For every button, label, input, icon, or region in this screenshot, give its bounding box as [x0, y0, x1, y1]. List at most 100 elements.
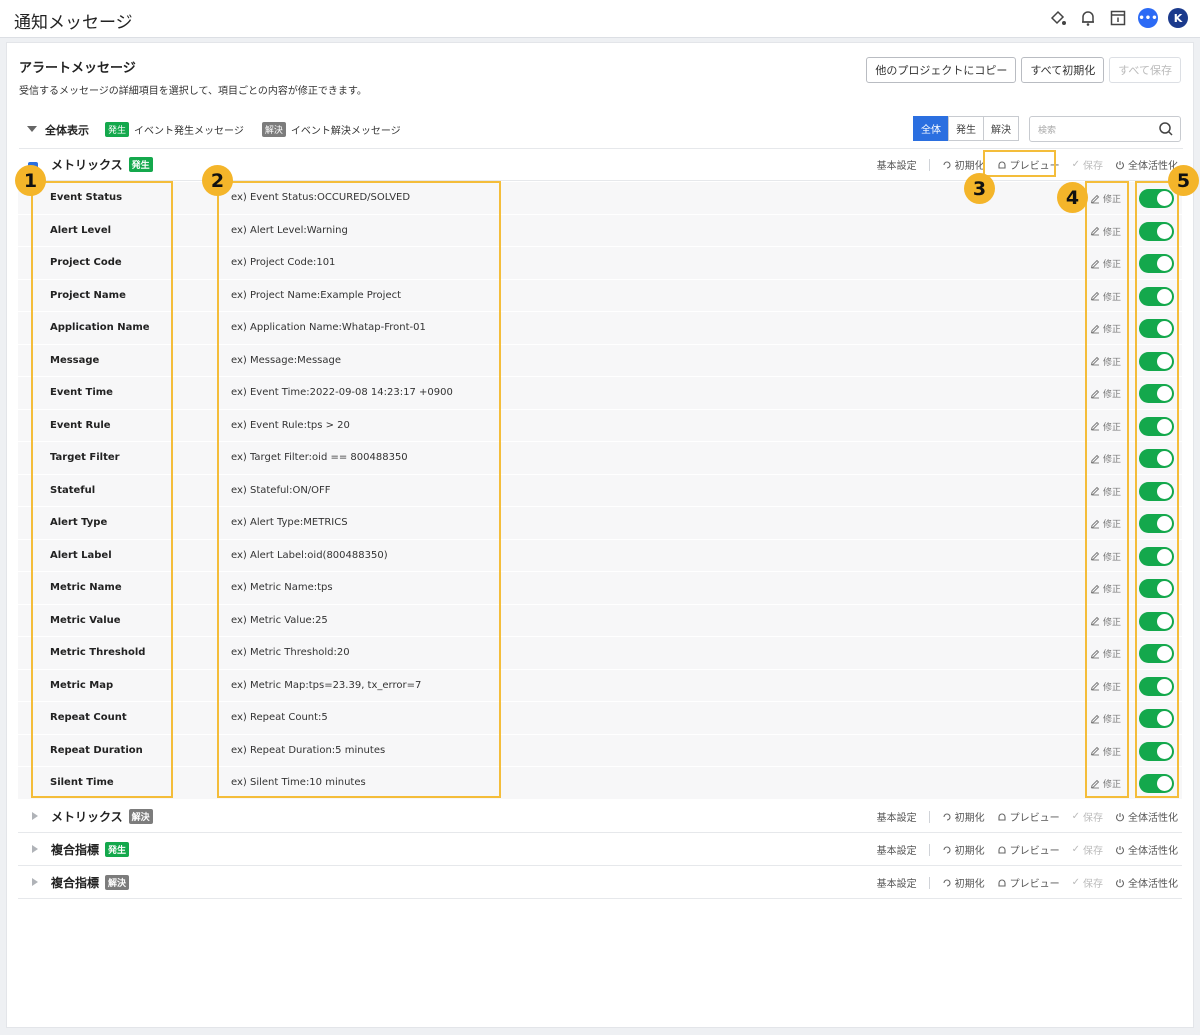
table-row: Metric Threshold ex) Metric Threshold:20 修…	[18, 637, 1182, 670]
section-name: 複合指標 発生	[51, 841, 130, 858]
section-subtitle: 受信するメッセージの詳細項目を選択して、項目ごとの内容が修正できます。	[19, 86, 367, 97]
basic-settings-button[interactable]: 基本設定	[877, 842, 917, 857]
callout-box-field-examples	[217, 181, 501, 798]
segment-all[interactable]: 全体	[913, 116, 949, 141]
callout-number-4: 4	[1057, 182, 1088, 213]
table-row: Metric Map ex) Metric Map:tps=23.39, tx_e…	[18, 669, 1182, 702]
section-header-composite-solve[interactable]: 複合指標 解決 基本設定 初期化 プレビュー ✓ 保存 全体活性化	[18, 866, 1182, 899]
save-button[interactable]: ✓ 保存	[1072, 875, 1103, 890]
top-icons: ••• K	[1048, 8, 1188, 28]
section-title: アラートメッセージ	[19, 61, 136, 76]
preview-button[interactable]: プレビュー	[997, 875, 1060, 890]
table-row: Metric Name ex) Metric Name:tps 修正	[18, 572, 1182, 605]
divider	[928, 843, 930, 856]
save-button[interactable]: ✓ 保存	[1072, 842, 1103, 857]
table-row: Silent Time ex) Silent Time:10 minutes 修正	[18, 767, 1182, 800]
save-all-button[interactable]: すべて保存	[1109, 57, 1181, 83]
solve-badge: 解決	[128, 809, 153, 824]
expand-arrow-icon[interactable]	[32, 878, 38, 886]
section-header-metrics-solve[interactable]: メトリックス 解決 基本設定 初期化 プレビュー ✓ 保存 全体活性化	[18, 800, 1182, 833]
search-placeholder: 検索	[1038, 126, 1057, 136]
basic-settings-button[interactable]: 基本設定	[877, 875, 917, 890]
table-row: Metric Value ex) Metric Value:25 修正	[18, 604, 1182, 637]
section-name: メトリックス 解決	[51, 808, 153, 825]
divider	[928, 876, 930, 889]
occur-badge: 発生	[105, 122, 130, 137]
section-tools: 基本設定 初期化 プレビュー ✓ 保存 全体活性化	[865, 809, 1178, 824]
reset-icon	[943, 845, 951, 854]
reset-button[interactable]: 初期化	[942, 157, 985, 172]
section-name: メトリックス 発生	[51, 156, 153, 173]
table-row: Repeat Count ex) Repeat Count:5 修正	[18, 702, 1182, 735]
divider	[928, 810, 930, 823]
callout-box-edit	[1085, 181, 1129, 798]
callout-number-1: 1	[15, 165, 46, 196]
show-all-label[interactable]: 全体表示	[45, 122, 89, 138]
bell-icon[interactable]	[1078, 8, 1098, 28]
occur-legend-text: イベント発生メッセージ	[134, 126, 244, 137]
check-icon: ✓	[1071, 811, 1080, 822]
activate-all-button[interactable]: 全体活性化	[1115, 875, 1178, 890]
expand-arrow-icon[interactable]	[32, 812, 38, 820]
table-row: Event Rule ex) Event Rule:tps > 20 修正	[18, 409, 1182, 442]
power-icon	[1115, 845, 1125, 854]
reset-all-button[interactable]: すべて初期化	[1021, 57, 1105, 83]
preview-button[interactable]: プレビュー	[997, 842, 1060, 857]
collapse-all-icon[interactable]	[27, 126, 37, 132]
callout-number-3: 3	[964, 173, 995, 204]
preview-button[interactable]: プレビュー	[997, 809, 1060, 824]
section-header-composite-occur[interactable]: 複合指標 発生 基本設定 初期化 プレビュー ✓ 保存 全体活性化	[18, 833, 1182, 866]
save-button[interactable]: ✓ 保存	[1072, 157, 1103, 172]
callout-number-5: 5	[1168, 165, 1199, 196]
activate-all-button[interactable]: 全体活性化	[1115, 157, 1178, 172]
filter-segment: 全体 発生 解決	[913, 116, 1019, 141]
info-panel-icon[interactable]	[1108, 8, 1128, 28]
filter-row: 全体表示 発生 イベント発生メッセージ 解決 イベント解決メッセージ 全体 発生…	[19, 115, 1183, 149]
table-row: Project Name ex) Project Name:Example Pro…	[18, 279, 1182, 312]
copy-to-project-button[interactable]: 他のプロジェクトにコピー	[866, 57, 1017, 83]
reset-button[interactable]: 初期化	[942, 809, 985, 824]
reset-icon	[943, 812, 951, 821]
message-rows: Event Status ex) Event Status:OCCURED/SOL…	[18, 182, 1182, 800]
paint-bucket-icon[interactable]	[1048, 8, 1068, 28]
solve-badge: 解決	[261, 122, 286, 137]
legend: 発生 イベント発生メッセージ 解決 イベント解決メッセージ	[105, 122, 401, 137]
table-row: Alert Level ex) Alert Level:Warning 修正	[18, 214, 1182, 247]
search-icon[interactable]	[1158, 121, 1174, 141]
top-bar: 通知メッセージ ••• K	[0, 0, 1200, 38]
avatar[interactable]: K	[1168, 8, 1188, 28]
check-icon: ✓	[1071, 159, 1080, 170]
solve-legend-text: イベント解決メッセージ	[290, 126, 401, 137]
callout-box-preview	[983, 150, 1056, 177]
table-row: Repeat Duration ex) Repeat Duration:5 min…	[18, 734, 1182, 767]
header-buttons: 他のプロジェクトにコピー すべて初期化 すべて保存	[866, 57, 1181, 83]
section-tools: 基本設定 初期化 プレビュー ✓ 保存 全体活性化	[865, 875, 1178, 890]
search-input[interactable]: 検索	[1029, 116, 1181, 142]
table-row: Message ex) Message:Message 修正	[18, 344, 1182, 377]
reset-icon	[943, 160, 951, 169]
activate-all-button[interactable]: 全体活性化	[1115, 842, 1178, 857]
save-button[interactable]: ✓ 保存	[1072, 809, 1103, 824]
segment-occur[interactable]: 発生	[948, 116, 984, 141]
power-icon	[1115, 160, 1125, 169]
reset-button[interactable]: 初期化	[942, 842, 985, 857]
reset-button[interactable]: 初期化	[942, 875, 985, 890]
chat-icon[interactable]: •••	[1138, 8, 1158, 28]
divider	[928, 158, 930, 171]
table-row: Stateful ex) Stateful:ON/OFF 修正	[18, 474, 1182, 507]
expand-arrow-icon[interactable]	[32, 845, 38, 853]
table-row: Target Filter ex) Target Filter:oid == 80…	[18, 442, 1182, 475]
basic-settings-button[interactable]: 基本設定	[877, 809, 917, 824]
bell-icon	[998, 846, 1006, 854]
occur-badge: 発生	[128, 157, 153, 172]
table-row: Project Code ex) Project Code:101 修正	[18, 247, 1182, 280]
activate-all-button[interactable]: 全体活性化	[1115, 809, 1178, 824]
basic-settings-button[interactable]: 基本設定	[877, 157, 917, 172]
section-tools: 基本設定 初期化 プレビュー ✓ 保存 全体活性化	[865, 842, 1178, 857]
occur-badge: 発生	[105, 842, 130, 857]
reset-icon	[943, 878, 951, 887]
power-icon	[1115, 878, 1125, 887]
segment-solve[interactable]: 解決	[983, 116, 1019, 141]
page-title: 通知メッセージ	[14, 13, 133, 33]
table-row: Application Name ex) Application Name:Wha…	[18, 312, 1182, 345]
